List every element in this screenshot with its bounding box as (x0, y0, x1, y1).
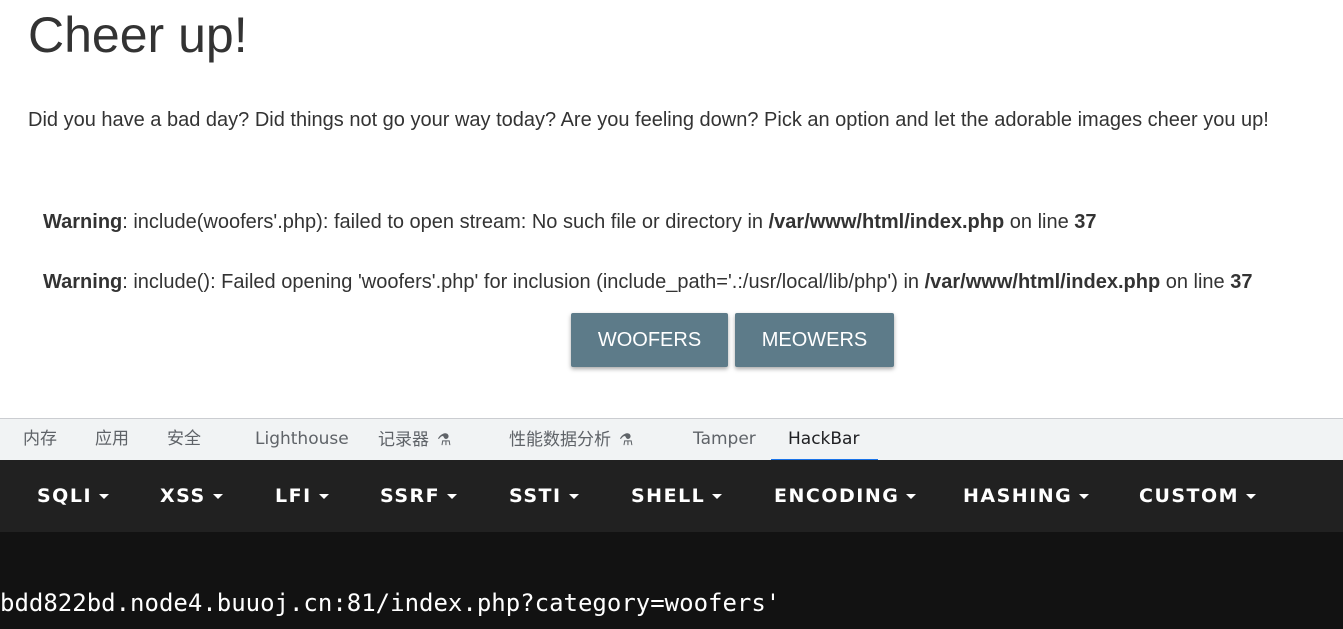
menu-label: SSTI (509, 485, 562, 507)
tab-application[interactable]: 应用 (95, 419, 129, 460)
tab-lighthouse[interactable]: Lighthouse (255, 419, 349, 460)
tab-label: 性能数据分析 (509, 430, 611, 450)
warning-label: Warning (43, 211, 123, 233)
tab-memory[interactable]: 内存 (23, 419, 57, 460)
menu-lfi[interactable]: LFI (275, 460, 329, 532)
tab-hackbar[interactable]: HackBar (770, 419, 880, 461)
warning-line-number: 37 (1230, 271, 1253, 293)
menu-xss[interactable]: XSS (160, 460, 223, 532)
warning-line-text: on line (1160, 271, 1231, 293)
warning-path: /var/www/html/index.php (768, 211, 1005, 233)
hackbar-menu-bar: SQLI XSS LFI SSRF SSTI SHELL ENCODING HA… (0, 460, 1343, 532)
caret-down-icon (1246, 494, 1257, 499)
menu-hashing[interactable]: HASHING (963, 460, 1090, 532)
tab-label: 应用 (95, 429, 129, 449)
php-warning: Warning: include(): Failed opening 'woof… (43, 271, 1252, 294)
menu-label: SSRF (380, 485, 441, 507)
menu-ssrf[interactable]: SSRF (380, 460, 458, 532)
tab-tamper[interactable]: Tamper (693, 419, 756, 460)
tab-security[interactable]: 安全 (167, 419, 201, 460)
php-warning: Warning: include(woofers'.php): failed t… (43, 211, 1097, 234)
caret-down-icon (212, 494, 223, 499)
category-buttons: WOOFERS MEOWERS (571, 313, 894, 367)
hackbar-body: bdd822bd.node4.buuoj.cn:81/index.php?cat… (0, 532, 1343, 629)
tab-label: HackBar (788, 429, 860, 449)
menu-label: LFI (275, 485, 312, 507)
tab-label: Lighthouse (255, 429, 349, 449)
menu-encoding[interactable]: ENCODING (774, 460, 917, 532)
warning-path: /var/www/html/index.php (924, 271, 1161, 293)
caret-down-icon (906, 494, 917, 499)
tab-label: 内存 (23, 429, 57, 449)
warning-line-text: on line (1004, 211, 1075, 233)
caret-down-icon (1079, 494, 1090, 499)
menu-shell[interactable]: SHELL (631, 460, 723, 532)
menu-label: SHELL (631, 485, 706, 507)
caret-down-icon (447, 494, 458, 499)
warning-message: : include(): Failed opening 'woofers'.ph… (122, 271, 925, 293)
devtools-tab-bar: 内存 应用 安全 Lighthouse 记录器 ⚗ 性能数据分析 ⚗ Tamper … (0, 418, 1343, 461)
flask-icon: ⚗ (437, 430, 452, 449)
menu-sqli[interactable]: SQLI (37, 460, 110, 532)
warning-message: : include(woofers'.php): failed to open … (122, 211, 769, 233)
caret-down-icon (568, 494, 579, 499)
menu-custom[interactable]: CUSTOM (1139, 460, 1257, 532)
caret-down-icon (318, 494, 329, 499)
tab-recorder[interactable]: 记录器 ⚗ (378, 419, 451, 460)
menu-label: XSS (160, 485, 206, 507)
intro-text: Did you have a bad day? Did things not g… (28, 109, 1269, 131)
caret-down-icon (712, 494, 723, 499)
tab-label: Tamper (693, 429, 756, 449)
url-input[interactable]: bdd822bd.node4.buuoj.cn:81/index.php?cat… (0, 589, 1343, 625)
tab-performance-insights[interactable]: 性能数据分析 ⚗ (509, 419, 633, 460)
web-page: Cheer up! Did you have a bad day? Did th… (0, 0, 1343, 418)
tab-label: 安全 (167, 429, 201, 449)
caret-down-icon (99, 494, 110, 499)
flask-icon: ⚗ (619, 430, 634, 449)
menu-ssti[interactable]: SSTI (509, 460, 579, 532)
warning-line-number: 37 (1074, 211, 1097, 233)
menu-label: CUSTOM (1139, 485, 1240, 507)
menu-label: SQLI (37, 485, 93, 507)
tab-label: 记录器 (378, 430, 429, 450)
page-title: Cheer up! (28, 7, 248, 63)
meowers-button[interactable]: MEOWERS (735, 313, 894, 367)
menu-label: ENCODING (774, 485, 900, 507)
menu-label: HASHING (963, 485, 1073, 507)
woofers-button[interactable]: WOOFERS (571, 313, 728, 367)
warning-label: Warning (43, 271, 123, 293)
